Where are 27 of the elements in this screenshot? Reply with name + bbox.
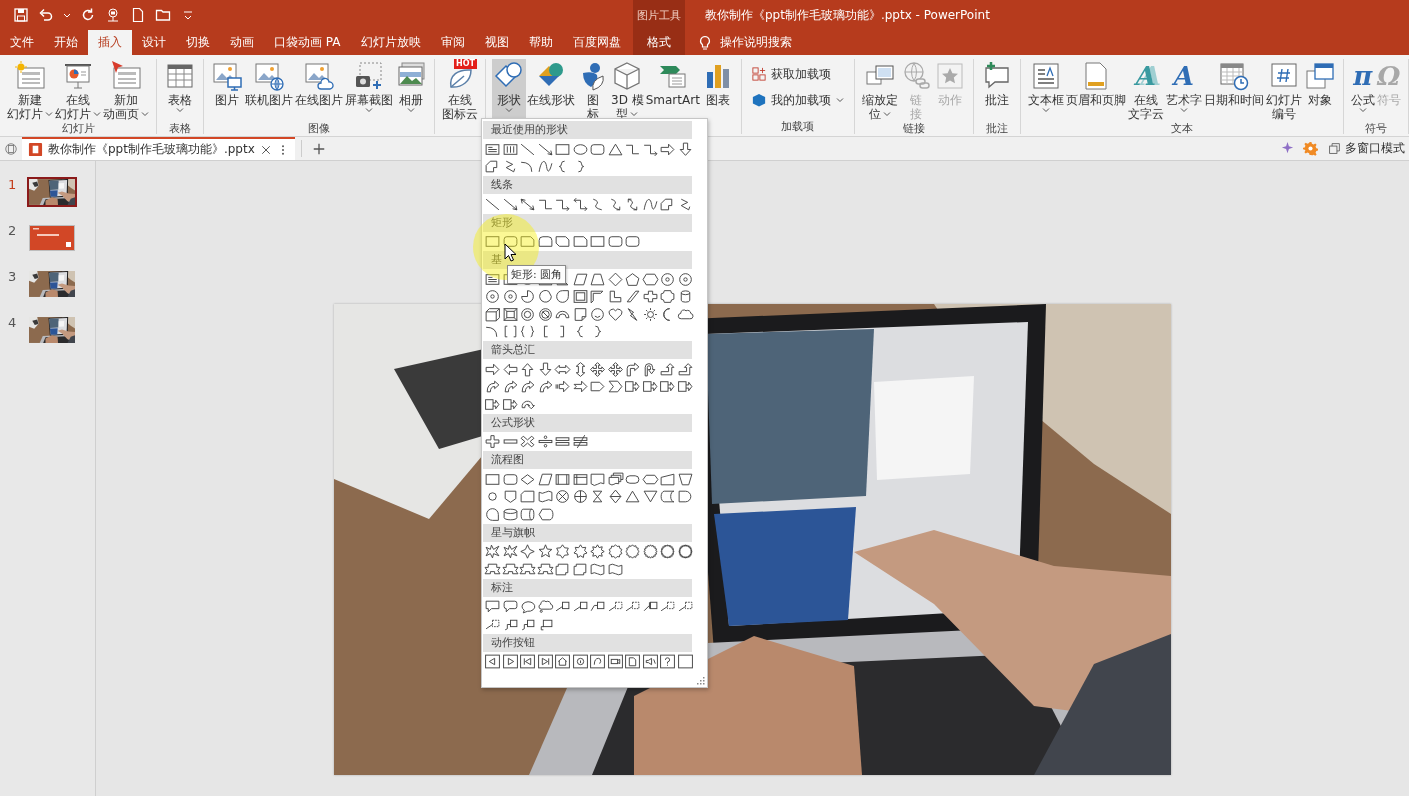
- section-heading: 流程图: [483, 451, 692, 469]
- group-label: 图像: [307, 121, 331, 136]
- slide-number: 4: [8, 315, 17, 331]
- slide-number: 1: [8, 177, 17, 193]
- window-title: 教你制作《ppt制作毛玻璃功能》.pptx - PowerPoint: [705, 6, 990, 24]
- section-heading: 星与旗帜: [483, 523, 692, 542]
- slide-number: 3: [8, 269, 17, 285]
- group-label: 加载项: [780, 119, 816, 134]
- section-heading: 线条: [483, 176, 692, 194]
- section-heading: 矩形: [483, 213, 692, 232]
- section-heading: 公式形状: [483, 413, 692, 432]
- document-title: 教你制作《ppt制作毛玻璃功能》.pptx: [48, 141, 255, 158]
- section-heading: 基: [483, 251, 692, 269]
- slide-number: 2: [8, 223, 17, 239]
- section-heading: 最近使用的形状: [483, 121, 692, 139]
- group-label: 文本: [1169, 121, 1194, 136]
- group-label: 符号: [1363, 121, 1388, 136]
- section-heading: 动作按钮: [483, 633, 692, 652]
- group-label: 链接: [901, 121, 926, 136]
- group-label: 批注: [984, 121, 1009, 136]
- section-heading: 标注: [483, 578, 692, 597]
- section-heading: 箭头总汇: [483, 341, 692, 359]
- hot-badge: HOT: [454, 59, 477, 69]
- group-label: 幻灯片: [60, 121, 96, 136]
- group-label: 表格: [168, 121, 192, 136]
- tooltip: 矩形: 圆角: [507, 265, 567, 284]
- context-label: 图片工具: [633, 0, 685, 30]
